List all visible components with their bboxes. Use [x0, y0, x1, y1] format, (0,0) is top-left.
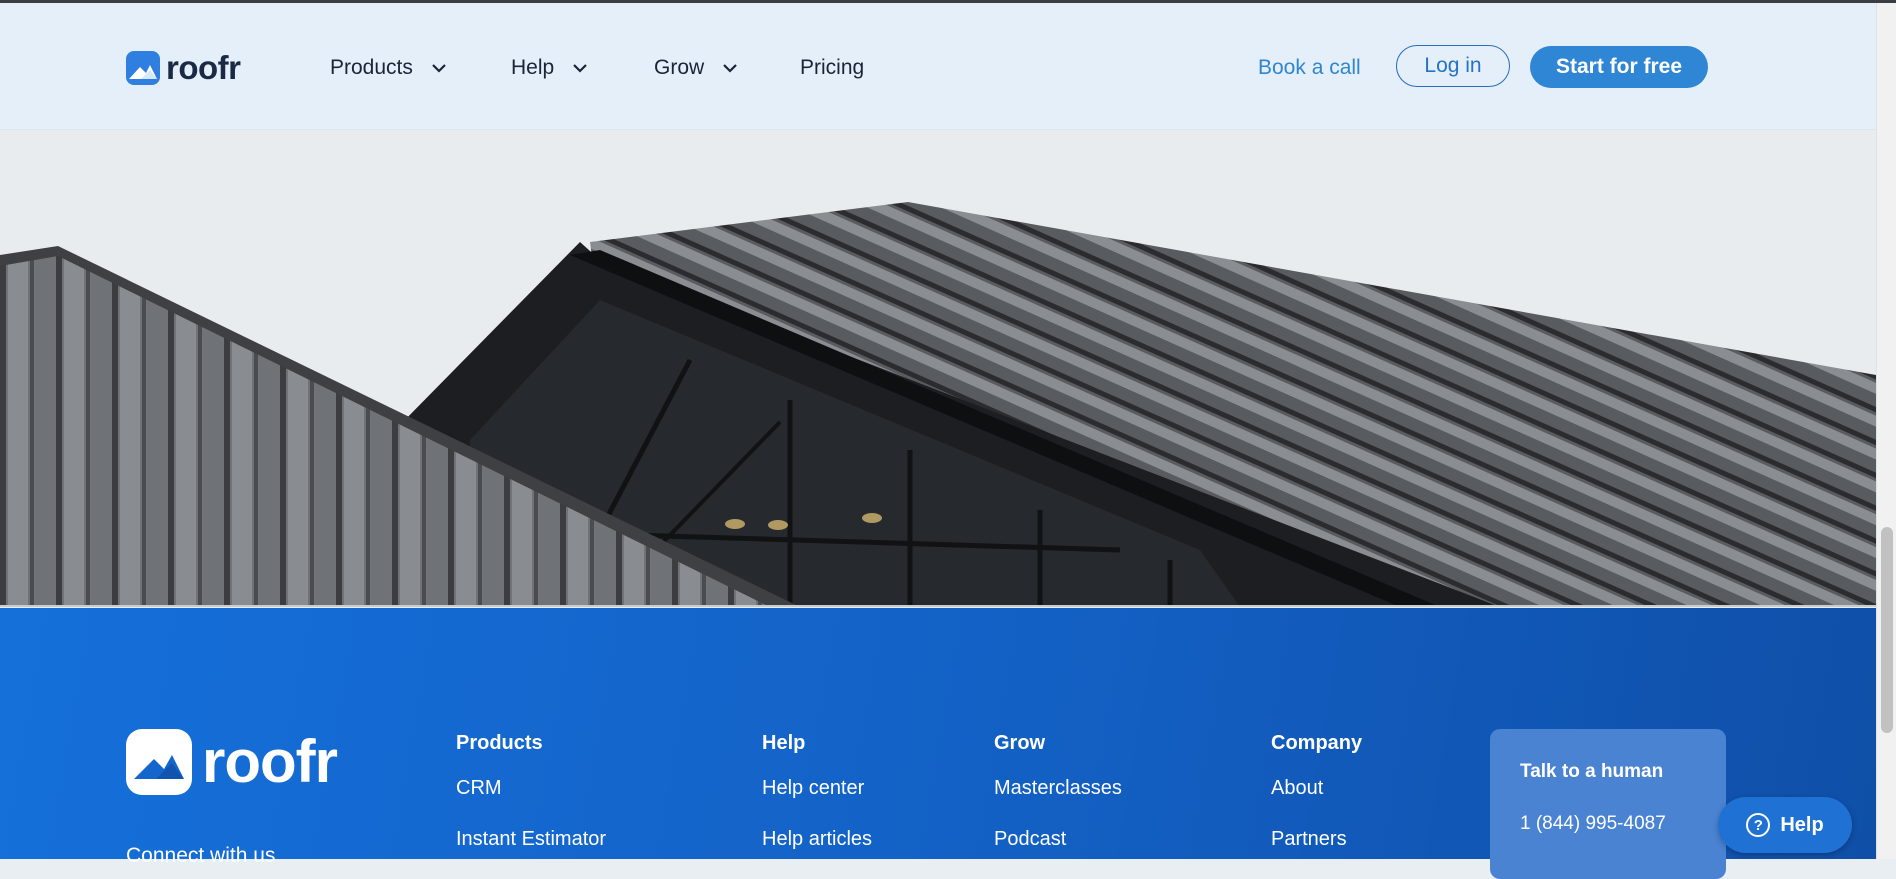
nav-grow-label: Grow [654, 56, 705, 79]
book-a-call-link[interactable]: Book a call [1258, 56, 1361, 80]
connect-heading: Connect with us [126, 844, 276, 867]
chevron-down-icon [723, 64, 737, 73]
nav-pricing-label: Pricing [800, 56, 865, 79]
page-scrollbar[interactable] [1876, 3, 1896, 859]
footer-column-help: Help Help center Help articles [762, 732, 872, 879]
login-button[interactable]: Log in [1396, 45, 1510, 87]
footer-column-title: Help [762, 732, 806, 754]
nav-products-label: Products [330, 56, 413, 79]
site-footer: roofr Connect with us Products CRM Insta… [0, 608, 1876, 879]
footer-link-masterclasses[interactable]: Masterclasses [994, 777, 1122, 800]
help-circle-icon: ? [1746, 813, 1771, 837]
nav-help[interactable]: Help [511, 53, 588, 83]
scrollbar-thumb[interactable] [1881, 527, 1893, 733]
brand-wordmark: roofr [166, 49, 241, 86]
footer-column-grow: Grow Masterclasses Podcast [994, 732, 1122, 879]
footer-link-partners[interactable]: Partners [1271, 828, 1362, 851]
chevron-down-icon [432, 64, 446, 73]
footer-brand-wordmark: roofr [202, 728, 338, 795]
start-for-free-button[interactable]: Start for free [1530, 46, 1708, 88]
footer-link-crm[interactable]: CRM [456, 777, 606, 800]
chevron-down-icon [573, 64, 587, 73]
roofr-logo-icon [126, 51, 160, 85]
footer-link-instant-estimator[interactable]: Instant Estimator [456, 828, 606, 851]
footer-column-company: Company About Partners [1271, 732, 1362, 879]
phone-link[interactable]: 1 (844) 995-4087 [1520, 813, 1666, 835]
footer-logo[interactable]: roofr [126, 728, 338, 795]
footer-link-help-articles[interactable]: Help articles [762, 828, 872, 851]
nav-products[interactable]: Products [330, 53, 447, 83]
site-header: roofr Products Help Grow Pricing Book a … [0, 3, 1876, 130]
talk-to-human-card: Talk to a human 1 (844) 995-4087 [1490, 729, 1726, 879]
roofr-logo-icon [126, 729, 192, 795]
hero-roof-image [0, 130, 1876, 607]
nav-help-label: Help [511, 56, 555, 79]
header-logo[interactable]: roofr [126, 51, 241, 85]
help-chat-button[interactable]: ? Help [1718, 797, 1852, 853]
footer-column-products: Products CRM Instant Estimator [456, 732, 606, 879]
footer-column-title: Products [456, 732, 543, 754]
footer-column-title: Company [1271, 732, 1363, 754]
footer-link-podcast[interactable]: Podcast [994, 828, 1122, 851]
nav-pricing[interactable]: Pricing [800, 53, 864, 83]
footer-column-title: Grow [994, 732, 1046, 754]
footer-link-about[interactable]: About [1271, 777, 1362, 800]
talk-to-human-title: Talk to a human [1520, 761, 1664, 782]
help-chat-label: Help [1780, 813, 1824, 836]
nav-grow[interactable]: Grow [654, 53, 738, 83]
footer-link-help-center[interactable]: Help center [762, 777, 872, 800]
